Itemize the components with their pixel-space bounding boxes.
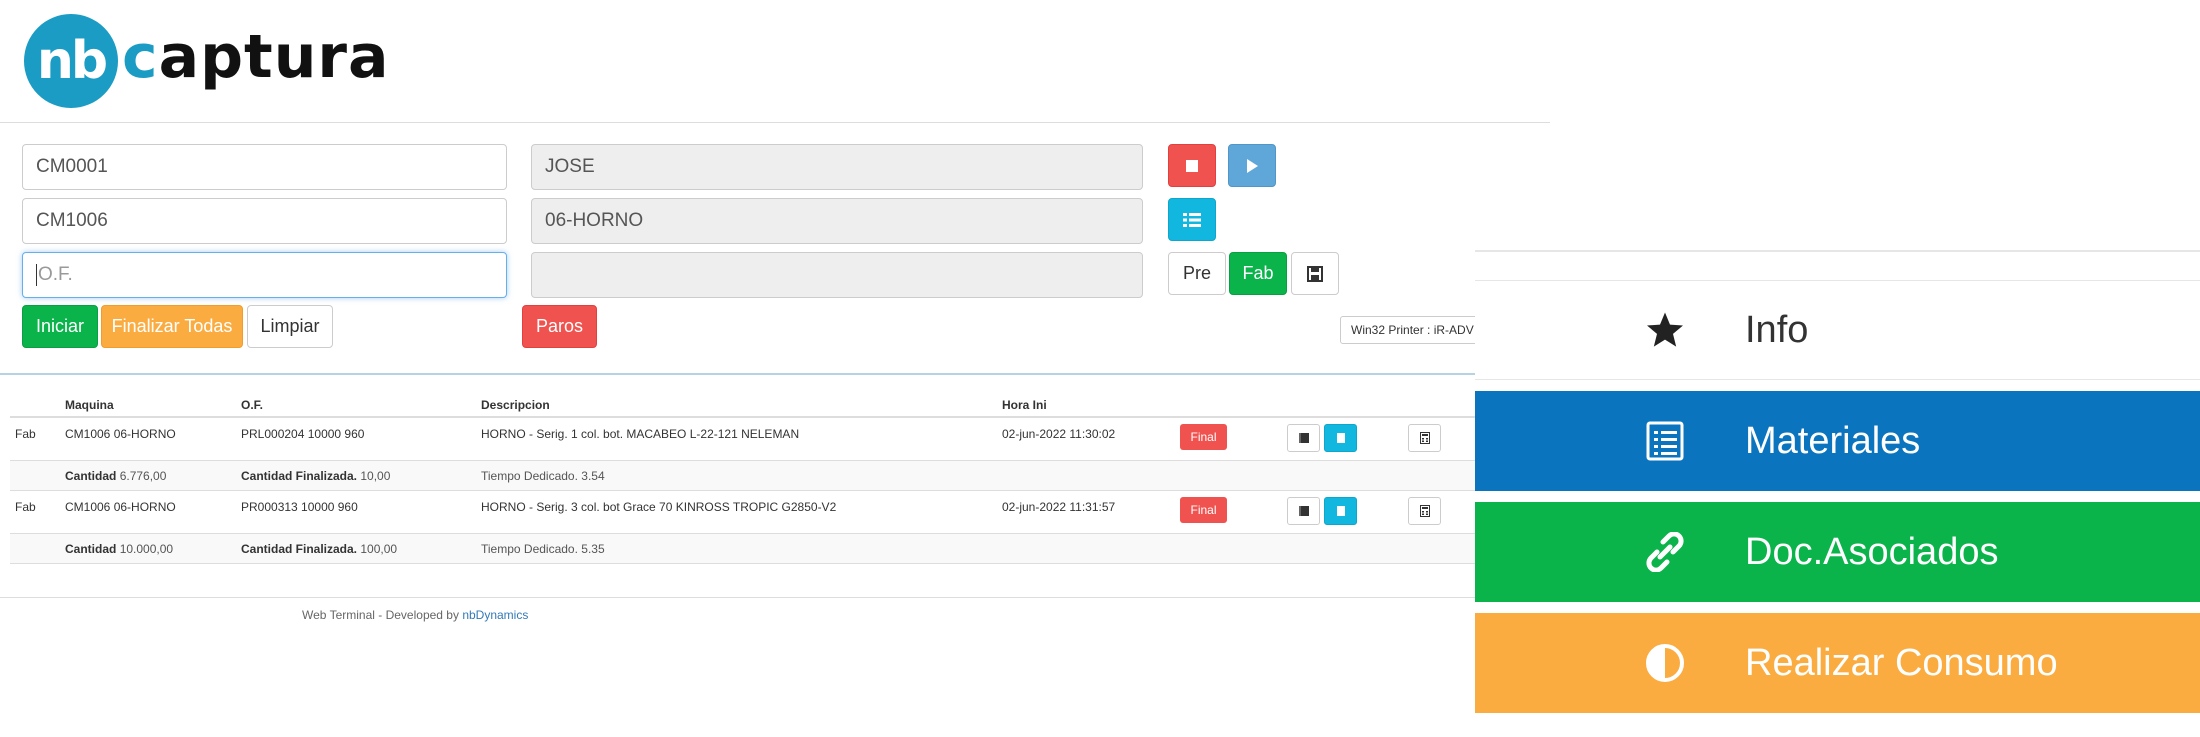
- text-caret: [36, 264, 37, 286]
- calculator-icon: [1419, 432, 1430, 444]
- orders-table: Maquina O.F. Descripcion Hora Ini Fab CM…: [10, 390, 1475, 564]
- row-cantidad-finalizada: Cantidad Finalizada. 10,00: [241, 468, 391, 483]
- row-tipo: Fab: [15, 499, 36, 514]
- col-maquina: Maquina: [65, 398, 114, 412]
- brand-logo: nb captura: [24, 14, 390, 108]
- menu-item-doc-asociados[interactable]: Doc.Asociados: [1475, 502, 2200, 602]
- paros-button[interactable]: Paros: [522, 305, 597, 348]
- of-input[interactable]: O.F.: [22, 252, 507, 298]
- menu-item-label: Doc.Asociados: [1745, 530, 1999, 573]
- list-icon: [1643, 419, 1687, 463]
- row-tiempo-dedicado: Tiempo Dedicado. 5.35: [481, 541, 605, 556]
- final-button[interactable]: Final: [1180, 424, 1227, 450]
- star-icon: [1643, 308, 1687, 352]
- row-descripcion: HORNO - Serig. 3 col. bot Grace 70 KINRO…: [481, 499, 837, 514]
- save-button[interactable]: [1291, 252, 1339, 295]
- nbdynamics-link[interactable]: nbDynamics: [462, 608, 528, 622]
- document-icon: [1336, 433, 1345, 443]
- logo-mark: nb: [24, 14, 118, 108]
- calculator-icon: [1419, 505, 1430, 517]
- row-of: PR000313 10000 960: [241, 499, 358, 514]
- row-maquina: CM1006 06-HORNO: [65, 499, 176, 514]
- row-cantidad: Cantidad 6.776,00: [65, 468, 167, 483]
- book-icon: [1298, 506, 1309, 516]
- list-view-button[interactable]: [1168, 198, 1216, 241]
- play-button[interactable]: [1228, 144, 1276, 187]
- finalizar-todas-button[interactable]: Finalizar Todas: [101, 305, 243, 348]
- row-hora-ini: 02-jun-2022 11:30:02: [1002, 426, 1116, 441]
- side-menu-top-line: [1475, 250, 2200, 252]
- menu-item-realizar-consumo[interactable]: Realizar Consumo: [1475, 613, 2200, 713]
- row-cantidad: Cantidad 10.000,00: [65, 541, 174, 556]
- col-hora-ini: Hora Ini: [1002, 398, 1047, 412]
- col-of: O.F.: [241, 398, 264, 412]
- row-of: PRL000204 10000 960: [241, 426, 365, 441]
- menu-item-label: Materiales: [1745, 419, 1921, 462]
- book-icon: [1298, 433, 1309, 443]
- stop-button[interactable]: [1168, 144, 1216, 187]
- iniciar-button[interactable]: Iniciar: [22, 305, 98, 348]
- table-row: Fab CM1006 06-HORNO PRL000204 10000 960 …: [10, 418, 1475, 461]
- calculator-button[interactable]: [1408, 497, 1441, 525]
- row-descripcion: HORNO - Serig. 1 col. bot. MACABEO L-22-…: [481, 426, 800, 441]
- readonly-info-field: [531, 252, 1143, 298]
- table-row-detail: Cantidad 10.000,00 Cantidad Finalizada. …: [10, 534, 1475, 564]
- row-tipo: Fab: [15, 426, 36, 441]
- stop-icon: [1186, 159, 1198, 172]
- logo-text: captura: [122, 22, 390, 92]
- menu-item-label: Realizar Consumo: [1745, 641, 2058, 684]
- fab-button[interactable]: Fab: [1229, 252, 1287, 295]
- machine-code-field[interactable]: CM1006: [22, 198, 507, 244]
- row-tiempo-dedicado: Tiempo Dedicado. 3.54: [481, 468, 605, 483]
- menu-item-label: Info: [1745, 308, 1809, 351]
- document-icon: [1336, 506, 1345, 516]
- play-icon: [1247, 158, 1258, 173]
- limpiar-button[interactable]: Limpiar: [247, 305, 333, 348]
- app-root: nb captura CM0001 CM1006 O.F. JOSE 06-HO…: [0, 0, 2200, 737]
- table-row-detail: Cantidad 6.776,00 Cantidad Finalizada. 1…: [10, 461, 1475, 491]
- row-maquina: CM1006 06-HORNO: [65, 426, 176, 441]
- printer-selector[interactable]: Win32 Printer : iR-ADV C: [1340, 316, 1480, 344]
- row-cantidad-finalizada: Cantidad Finalizada. 100,00: [241, 541, 398, 556]
- link-icon: [1643, 530, 1687, 574]
- menu-item-info[interactable]: Info: [1475, 280, 2200, 380]
- book-button[interactable]: [1287, 497, 1320, 525]
- footer: Web Terminal - Developed by nbDynamics: [302, 608, 529, 622]
- operator-name-field: JOSE: [531, 144, 1143, 190]
- section-divider: [0, 373, 1475, 375]
- menu-item-materiales[interactable]: Materiales: [1475, 391, 2200, 491]
- floppy-disk-icon: [1307, 265, 1323, 282]
- pre-button[interactable]: Pre: [1168, 252, 1226, 295]
- table-header: Maquina O.F. Descripcion Hora Ini: [10, 390, 1475, 418]
- of-placeholder: O.F.: [38, 264, 73, 285]
- footer-divider: [0, 597, 1475, 598]
- half-circle-icon: [1643, 641, 1687, 685]
- document-button[interactable]: [1324, 497, 1357, 525]
- col-descripcion: Descripcion: [481, 398, 550, 412]
- user-code-field[interactable]: CM0001: [22, 144, 507, 190]
- calculator-button[interactable]: [1408, 424, 1441, 452]
- book-button[interactable]: [1287, 424, 1320, 452]
- machine-name-field: 06-HORNO: [531, 198, 1143, 244]
- th-list-icon: [1183, 212, 1201, 227]
- row-hora-ini: 02-jun-2022 11:31:57: [1002, 499, 1116, 514]
- side-menu: Info Materiales Doc.Asociados Realizar C…: [1475, 250, 2200, 737]
- final-button[interactable]: Final: [1180, 497, 1227, 523]
- document-button[interactable]: [1324, 424, 1357, 452]
- header-divider: [0, 122, 1550, 123]
- table-row: Fab CM1006 06-HORNO PR000313 10000 960 H…: [10, 491, 1475, 534]
